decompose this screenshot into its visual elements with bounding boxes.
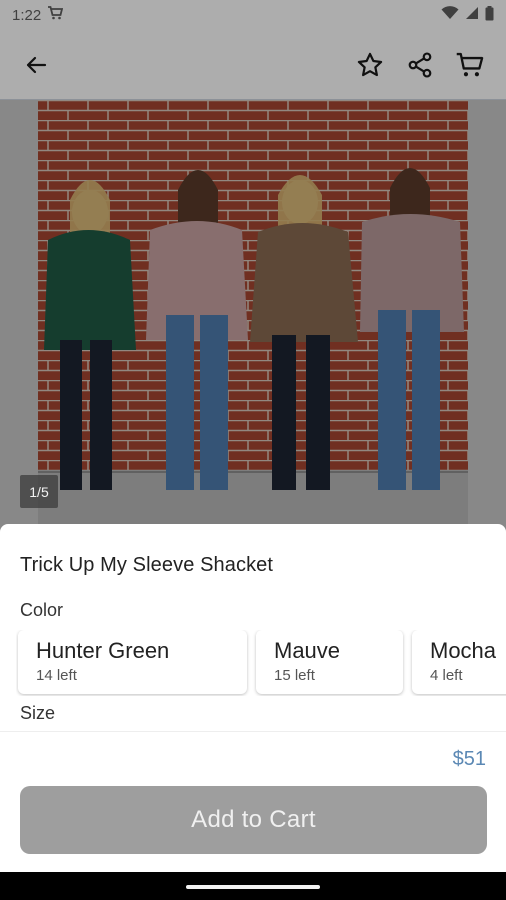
color-option-name: Mocha bbox=[430, 638, 497, 663]
add-to-cart-button[interactable]: Add to Cart bbox=[20, 786, 487, 854]
back-button[interactable] bbox=[16, 45, 56, 85]
sheet-divider bbox=[0, 731, 506, 732]
color-option-stock: 15 left bbox=[274, 667, 315, 684]
product-photo-illustration bbox=[38, 100, 468, 530]
top-app-bar bbox=[0, 30, 506, 100]
status-left: 1:22 bbox=[12, 6, 64, 24]
favorite-button[interactable] bbox=[350, 45, 390, 85]
product-title: Trick Up My Sleeve Shacket bbox=[20, 554, 274, 576]
product-price: $51 bbox=[452, 748, 486, 770]
size-label: Size bbox=[20, 703, 56, 723]
status-time: 1:22 bbox=[12, 6, 42, 24]
status-bar: 1:22 bbox=[0, 0, 506, 30]
star-outline-icon bbox=[357, 52, 383, 76]
status-right bbox=[441, 5, 494, 25]
cellular-signal-icon bbox=[465, 6, 479, 24]
product-image-gallery[interactable] bbox=[0, 100, 506, 530]
color-option-stock: 4 left bbox=[430, 667, 463, 684]
cart-button[interactable] bbox=[450, 45, 490, 85]
home-gesture-handle[interactable] bbox=[186, 885, 320, 889]
shopping-cart-icon bbox=[47, 6, 64, 24]
color-option-name: Hunter Green bbox=[36, 638, 170, 663]
app-bar-actions bbox=[350, 45, 490, 85]
color-option-stock: 14 left bbox=[36, 667, 77, 684]
battery-icon bbox=[485, 5, 494, 25]
product-photo bbox=[38, 100, 468, 530]
color-option-name: Mauve bbox=[274, 638, 341, 663]
cart-icon bbox=[456, 52, 484, 76]
color-options: Hunter Green 14 left Mauve 15 left Mocha… bbox=[16, 630, 506, 696]
share-button[interactable] bbox=[400, 45, 440, 85]
variant-bottom-sheet: Trick Up My Sleeve Shacket Color Hunter … bbox=[0, 524, 506, 872]
arrow-left-icon bbox=[26, 56, 47, 73]
system-navigation-bar bbox=[0, 872, 506, 900]
color-option-hunter-green[interactable]: Hunter Green 14 left bbox=[18, 630, 247, 694]
color-option-mauve[interactable]: Mauve 15 left bbox=[256, 630, 403, 694]
product-detail-screen: 1:22 1/5 Trick Up My Sleeve Shacket Colo… bbox=[0, 0, 506, 900]
color-label: Color bbox=[20, 600, 64, 620]
gallery-page-indicator: 1/5 bbox=[20, 475, 58, 508]
color-option-mocha[interactable]: Mocha 4 left bbox=[412, 630, 506, 694]
share-icon bbox=[408, 51, 432, 78]
wifi-icon bbox=[441, 6, 459, 24]
